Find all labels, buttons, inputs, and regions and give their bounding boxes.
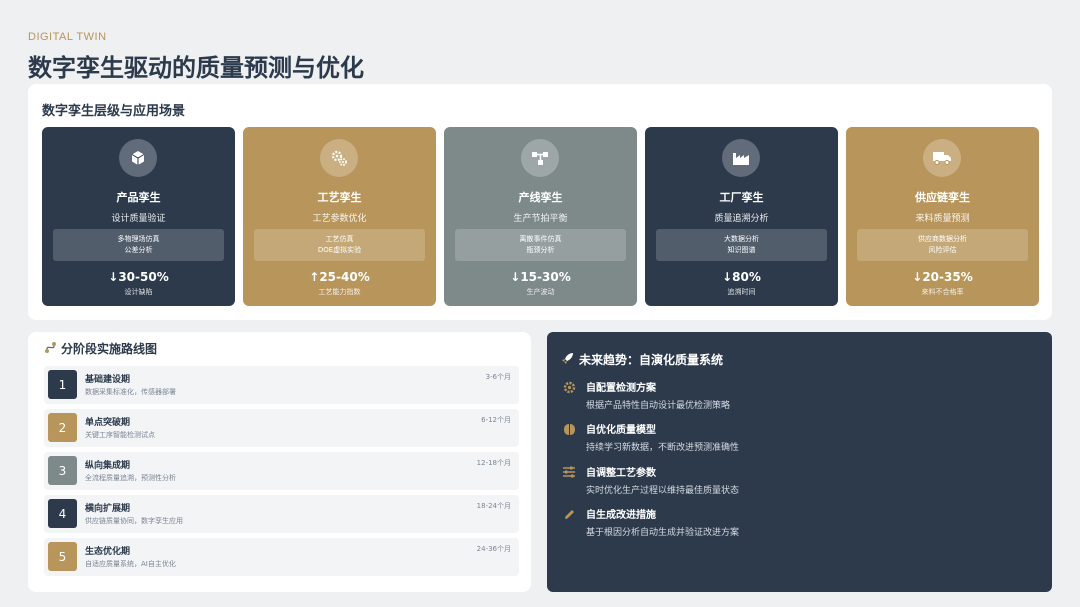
phase-desc: 自适应质量系统，AI自主优化 xyxy=(85,560,176,568)
card-title: 工厂孪生 xyxy=(719,191,764,204)
card-metric: ↓15-30% xyxy=(510,270,571,284)
card-methods: 供应商数据分析 风险评估 xyxy=(857,229,1028,261)
brain-icon xyxy=(561,422,577,436)
future-item-title: 自配置检测方案 xyxy=(586,383,656,394)
phase-desc: 数据采集标准化，传感器部署 xyxy=(85,388,176,396)
future-header: 未来趋势：自演化质量系统 xyxy=(561,351,723,368)
card-method: 离散事件仿真 xyxy=(519,235,562,243)
phase-duration: 3-6个月 xyxy=(485,373,511,381)
gear-icon xyxy=(561,380,577,394)
card-subtitle: 设计质量验证 xyxy=(111,214,166,224)
future-item-desc: 实时优化生产过程以维持最佳质量状态 xyxy=(586,486,740,496)
card-title: 产品孪生 xyxy=(116,191,161,204)
roadmap-panel: 分阶段实施路线图 1 基础建设期 数据采集标准化，传感器部署 3-6个月 2 单… xyxy=(28,332,531,592)
truck-icon xyxy=(923,139,961,177)
card-subtitle: 生产节拍平衡 xyxy=(513,214,568,224)
future-item-title: 自优化质量模型 xyxy=(586,425,656,436)
phase-duration: 18-24个月 xyxy=(476,502,511,510)
card-title: 产线孪生 xyxy=(518,191,563,204)
card-metric-label: 来料不合格率 xyxy=(921,288,964,296)
phase-desc: 关键工序智能检测试点 xyxy=(85,431,155,439)
roadmap-item[interactable]: 1 基础建设期 数据采集标准化，传感器部署 3-6个月 xyxy=(44,366,519,404)
card-method: 风险评估 xyxy=(928,246,957,254)
gears-icon xyxy=(320,139,358,177)
card-method: 多物理场仿真 xyxy=(117,235,160,243)
phase-duration: 24-36个月 xyxy=(476,545,511,553)
rocket-icon xyxy=(561,352,574,368)
future-item-desc: 基于根因分析自动生成并验证改进方案 xyxy=(586,528,740,538)
future-title: 未来趋势：自演化质量系统 xyxy=(579,353,724,367)
card-methods: 离散事件仿真 瓶颈分析 xyxy=(455,229,626,261)
card-method: 供应商数据分析 xyxy=(918,235,967,243)
twin-level-cards: 产品孪生 设计质量验证 多物理场仿真 公差分析 ↓30-50% 设计缺陷 工艺孪… xyxy=(42,127,1039,306)
card-methods: 多物理场仿真 公差分析 xyxy=(53,229,224,261)
phase-name: 基础建设期 xyxy=(85,375,131,385)
card-subtitle: 来料质量预测 xyxy=(915,214,970,224)
card-metric: ↑25-40% xyxy=(309,270,370,284)
phase-number: 4 xyxy=(48,499,77,528)
phase-name: 横向扩展期 xyxy=(85,504,131,514)
card-supply-twin[interactable]: 供应链孪生 来料质量预测 供应商数据分析 风险评估 ↓20-35% 来料不合格率 xyxy=(846,127,1039,306)
future-item-desc: 持续学习新数据，不断改进预测准确性 xyxy=(586,443,740,453)
card-title: 工艺孪生 xyxy=(317,191,362,204)
roadmap-item[interactable]: 4 横向扩展期 供应链质量协同，数字孪生应用 18-24个月 xyxy=(44,495,519,533)
card-metric: ↓20-35% xyxy=(912,270,973,284)
phase-desc: 全流程质量追溯，预测性分析 xyxy=(85,474,176,482)
phase-number: 2 xyxy=(48,413,77,442)
phase-duration: 12-18个月 xyxy=(476,459,511,467)
card-metric-label: 追溯时间 xyxy=(727,288,756,296)
future-item-title: 自调整工艺参数 xyxy=(586,468,656,479)
phase-number: 1 xyxy=(48,370,77,399)
card-metric: ↓30-50% xyxy=(108,270,169,284)
card-metric-label: 设计缺陷 xyxy=(124,288,153,296)
phase-name: 单点突破期 xyxy=(85,418,131,428)
card-product-twin[interactable]: 产品孪生 设计质量验证 多物理场仿真 公差分析 ↓30-50% 设计缺陷 xyxy=(42,127,235,306)
page-title: 数字孪生驱动的质量预测与优化 xyxy=(28,54,364,82)
roadmap-item[interactable]: 2 单点突破期 关键工序智能检测试点 6-12个月 xyxy=(44,409,519,447)
pencil-icon xyxy=(561,507,577,521)
card-title: 供应链孪生 xyxy=(915,191,970,204)
card-line-twin[interactable]: 产线孪生 生产节拍平衡 离散事件仿真 瓶颈分析 ↓15-30% 生产波动 xyxy=(444,127,637,306)
card-metric-label: 工艺能力指数 xyxy=(318,288,361,296)
roadmap-list: 1 基础建设期 数据采集标准化，传感器部署 3-6个月 2 单点突破期 关键工序… xyxy=(44,366,519,581)
eyebrow-label: DIGITAL TWIN xyxy=(28,31,107,43)
factory-icon xyxy=(722,139,760,177)
cube-icon xyxy=(119,139,157,177)
phase-duration: 6-12个月 xyxy=(481,416,511,424)
roadmap-item[interactable]: 5 生态优化期 自适应质量系统，AI自主优化 24-36个月 xyxy=(44,538,519,576)
roadmap-header: 分阶段实施路线图 xyxy=(44,340,157,357)
future-item-title: 自生成改进措施 xyxy=(586,510,656,521)
sliders-icon xyxy=(561,465,577,479)
route-icon xyxy=(44,341,57,357)
twin-levels-panel: 数字孪生层级与应用场景 产品孪生 设计质量验证 多物理场仿真 公差分析 ↓30-… xyxy=(28,84,1052,320)
card-process-twin[interactable]: 工艺孪生 工艺参数优化 工艺仿真 DOE虚拟实验 ↑25-40% 工艺能力指数 xyxy=(243,127,436,306)
card-method: 大数据分析 xyxy=(724,235,759,243)
card-metric-label: 生产波动 xyxy=(526,288,555,296)
phase-desc: 供应链质量协同，数字孪生应用 xyxy=(85,517,183,525)
network-icon xyxy=(521,139,559,177)
card-method: 公差分析 xyxy=(124,246,153,254)
twin-levels-title: 数字孪生层级与应用场景 xyxy=(42,104,186,119)
phase-name: 纵向集成期 xyxy=(85,461,131,471)
card-method: 知识图谱 xyxy=(727,246,756,254)
phase-number: 5 xyxy=(48,542,77,571)
card-factory-twin[interactable]: 工厂孪生 质量追溯分析 大数据分析 知识图谱 ↓80% 追溯时间 xyxy=(645,127,838,306)
card-subtitle: 工艺参数优化 xyxy=(312,214,367,224)
card-method: 瓶颈分析 xyxy=(526,246,555,254)
future-trend-panel: 未来趋势：自演化质量系统 自配置检测方案 根据产品特性自动设计最优检测策略 自优… xyxy=(547,332,1052,592)
card-methods: 工艺仿真 DOE虚拟实验 xyxy=(254,229,425,261)
roadmap-title: 分阶段实施路线图 xyxy=(61,342,158,356)
card-methods: 大数据分析 知识图谱 xyxy=(656,229,827,261)
future-item-desc: 根据产品特性自动设计最优检测策略 xyxy=(586,401,731,411)
card-metric: ↓80% xyxy=(722,270,761,284)
card-method: DOE虚拟实验 xyxy=(317,246,362,254)
roadmap-item[interactable]: 3 纵向集成期 全流程质量追溯，预测性分析 12-18个月 xyxy=(44,452,519,490)
card-method: 工艺仿真 xyxy=(325,235,354,243)
phase-name: 生态优化期 xyxy=(85,547,131,557)
phase-number: 3 xyxy=(48,456,77,485)
card-subtitle: 质量追溯分析 xyxy=(714,214,769,224)
